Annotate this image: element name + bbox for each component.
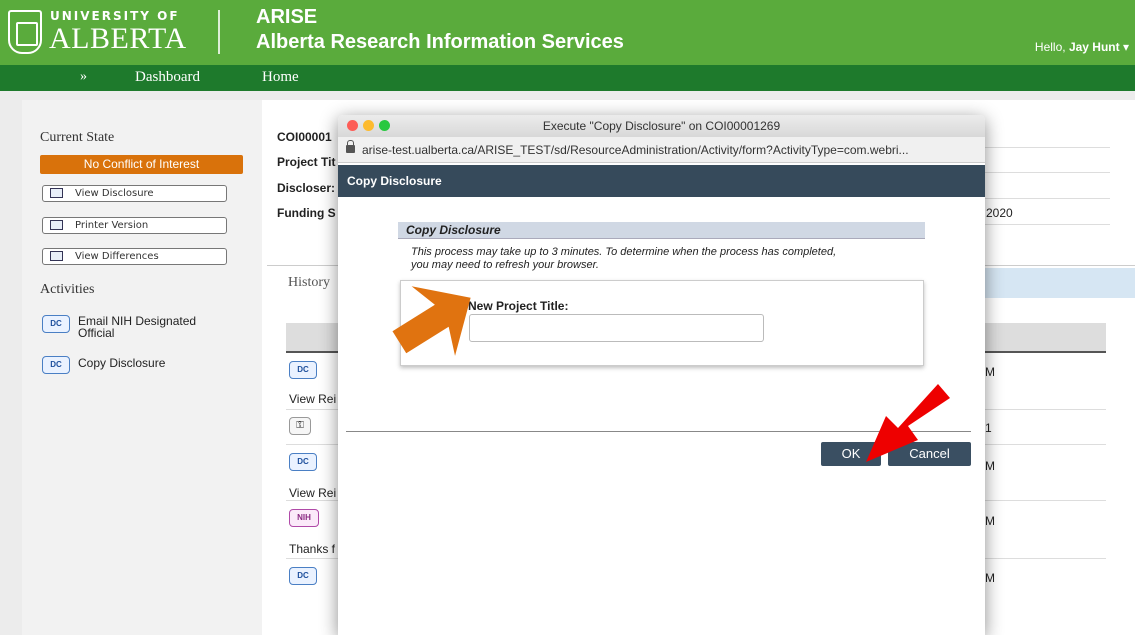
window-title: Execute "Copy Disclosure" on COI00001269: [542, 119, 781, 133]
copy-disclosure-window: Execute "Copy Disclosure" on COI00001269…: [338, 115, 985, 635]
view-differences-label: View Differences: [75, 251, 159, 262]
app-short-name: ARISE: [256, 6, 318, 28]
tab-history[interactable]: History: [288, 275, 330, 291]
app-full-name: Alberta Research Information Services: [256, 31, 624, 53]
printer-icon: [50, 220, 63, 230]
info-discloser: Discloser:: [277, 181, 336, 195]
activities-heading: Activities: [40, 282, 95, 297]
note-line-1: This process may take up to 3 minutes. T…: [411, 246, 837, 258]
orange-arrow-icon: [392, 286, 471, 356]
history-tab-strip: [982, 268, 1135, 298]
dc-badge-icon: DC: [289, 361, 317, 379]
logo-line2: ALBERTA: [49, 22, 187, 55]
history-row-time: M: [985, 514, 995, 528]
info-id: COI00001: [277, 130, 332, 144]
window-titlebar[interactable]: Execute "Copy Disclosure" on COI00001269: [338, 115, 985, 137]
nav-dashboard[interactable]: Dashboard: [135, 69, 200, 86]
activity-email-nih[interactable]: DC Email NIH Designated Official: [42, 315, 242, 343]
history-row: DC: [289, 361, 317, 379]
caret-down-icon: ▾: [1122, 40, 1129, 54]
section-title: Copy Disclosure: [398, 222, 925, 239]
view-differences-button[interactable]: View Differences: [42, 248, 227, 265]
dc-badge-icon: DC: [289, 567, 317, 585]
history-row: DC: [289, 453, 317, 471]
lock-icon: [346, 140, 355, 153]
printer-version-button[interactable]: Printer Version: [42, 217, 227, 234]
process-note: This process may take up to 3 minutes. T…: [411, 246, 921, 272]
app-header: UNIVERSITY OF ALBERTA ARISE Alberta Rese…: [0, 0, 1135, 65]
state-badge: No Conflict of Interest: [40, 155, 243, 174]
header-divider: [218, 10, 220, 54]
info-divider: [985, 147, 1110, 148]
info-divider: [985, 224, 1110, 225]
info-divider: [985, 172, 1110, 173]
history-row: DC: [289, 567, 317, 585]
modal-header: Copy Disclosure: [338, 165, 985, 197]
greeting-prefix: Hello,: [1034, 40, 1066, 54]
university-logo[interactable]: UNIVERSITY OF ALBERTA: [8, 8, 208, 58]
nav-bar: » Dashboard Home: [0, 65, 1135, 91]
printer-version-label: Printer Version: [75, 220, 149, 231]
activity-copy-disclosure[interactable]: DC Copy Disclosure: [42, 356, 242, 376]
info-divider: [985, 198, 1110, 199]
history-row-text: Thanks f: [289, 542, 336, 556]
info-date-fragment: 2020: [986, 206, 1013, 220]
current-state-heading: Current State: [40, 130, 115, 145]
activity-label: Copy Disclosure: [78, 356, 166, 370]
history-row-time: M: [985, 571, 995, 585]
dc-badge-icon: DC: [42, 356, 70, 374]
expand-nav-icon[interactable]: »: [80, 69, 87, 85]
dc-badge-icon: DC: [42, 315, 70, 333]
address-bar[interactable]: arise-test.ualberta.ca/ARISE_TEST/sd/Res…: [338, 137, 985, 163]
url-text: arise-test.ualberta.ca/ARISE_TEST/sd/Res…: [362, 143, 909, 157]
user-menu[interactable]: Hello, Jay Hunt ▾: [1035, 40, 1129, 54]
logo-line1: UNIVERSITY OF: [50, 9, 180, 23]
view-disclosure-label: View Disclosure: [75, 188, 154, 199]
note-line-2: you may need to refresh your browser.: [411, 259, 599, 271]
lock-badge-icon: ⚿: [289, 417, 311, 435]
nav-home[interactable]: Home: [262, 69, 299, 86]
red-arrow-icon: [866, 384, 950, 462]
user-name: Jay Hunt: [1068, 40, 1120, 54]
history-row-text: View Rei: [289, 486, 337, 500]
history-row-time: 1: [985, 421, 992, 435]
info-project-title: Project Tit: [277, 155, 336, 169]
nih-badge-icon: NIH: [289, 509, 319, 527]
info-funding: Funding S: [277, 206, 336, 220]
compare-icon: [50, 251, 63, 261]
history-row-time: M: [985, 365, 995, 379]
history-row-text: View Rei: [289, 392, 337, 406]
history-row-time: M: [985, 459, 995, 473]
crest-icon: [8, 10, 42, 54]
new-project-title-input[interactable]: [469, 314, 764, 342]
view-disclosure-button[interactable]: View Disclosure: [42, 185, 227, 202]
window-icon: [50, 188, 63, 198]
activity-label: Email NIH Designated Official: [78, 314, 197, 340]
dc-badge-icon: DC: [289, 453, 317, 471]
